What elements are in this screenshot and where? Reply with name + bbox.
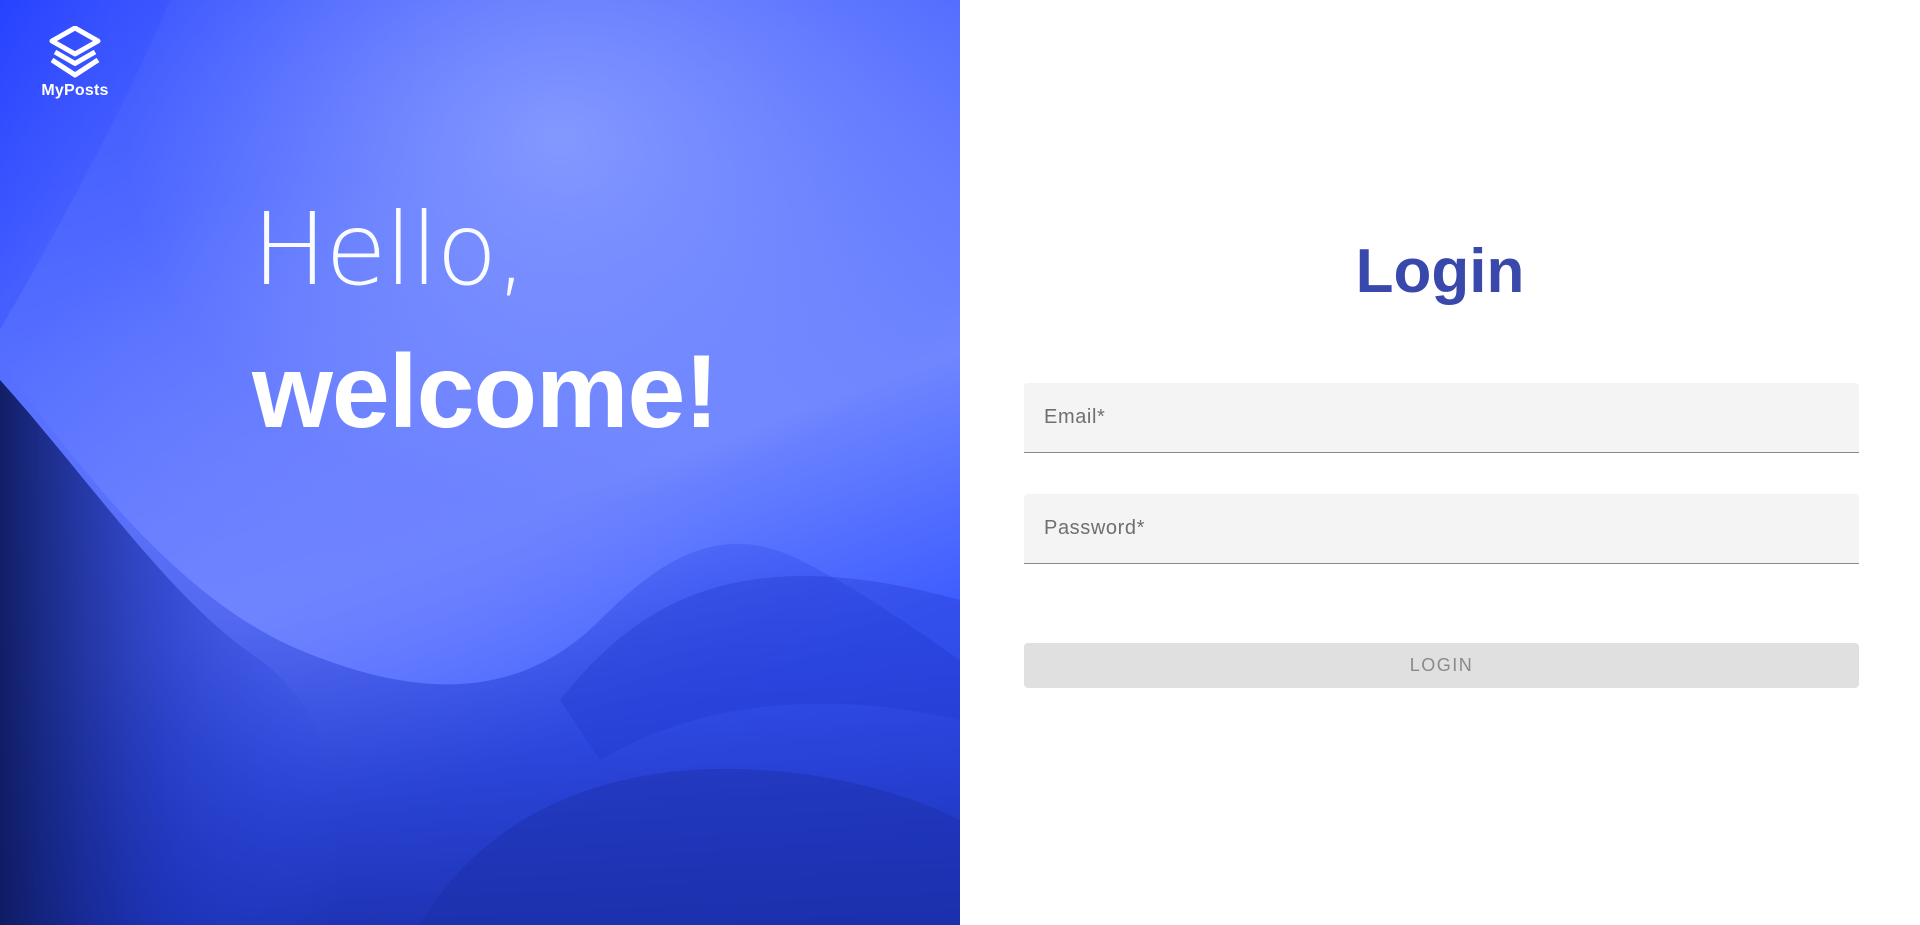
brand[interactable]: MyPosts (40, 26, 110, 100)
login-page: MyPosts Hello, welcome! Login LOGIN (0, 0, 1920, 925)
password-field[interactable] (1024, 494, 1859, 564)
brand-name: MyPosts (41, 82, 109, 99)
email-input[interactable] (1024, 383, 1859, 452)
greeting: Hello, welcome! (252, 190, 719, 452)
wave-background (0, 0, 960, 925)
greeting-hello: Hello, (252, 191, 527, 308)
email-field[interactable] (1024, 383, 1859, 453)
stacked-diamond-logo-icon (49, 26, 101, 78)
greeting-welcome: welcome! (252, 334, 719, 450)
login-title: Login (1355, 237, 1525, 306)
hero-panel: MyPosts Hello, welcome! (0, 0, 960, 925)
password-input[interactable] (1024, 494, 1859, 563)
login-panel: Login LOGIN (960, 0, 1920, 925)
login-button[interactable]: LOGIN (1024, 643, 1859, 688)
